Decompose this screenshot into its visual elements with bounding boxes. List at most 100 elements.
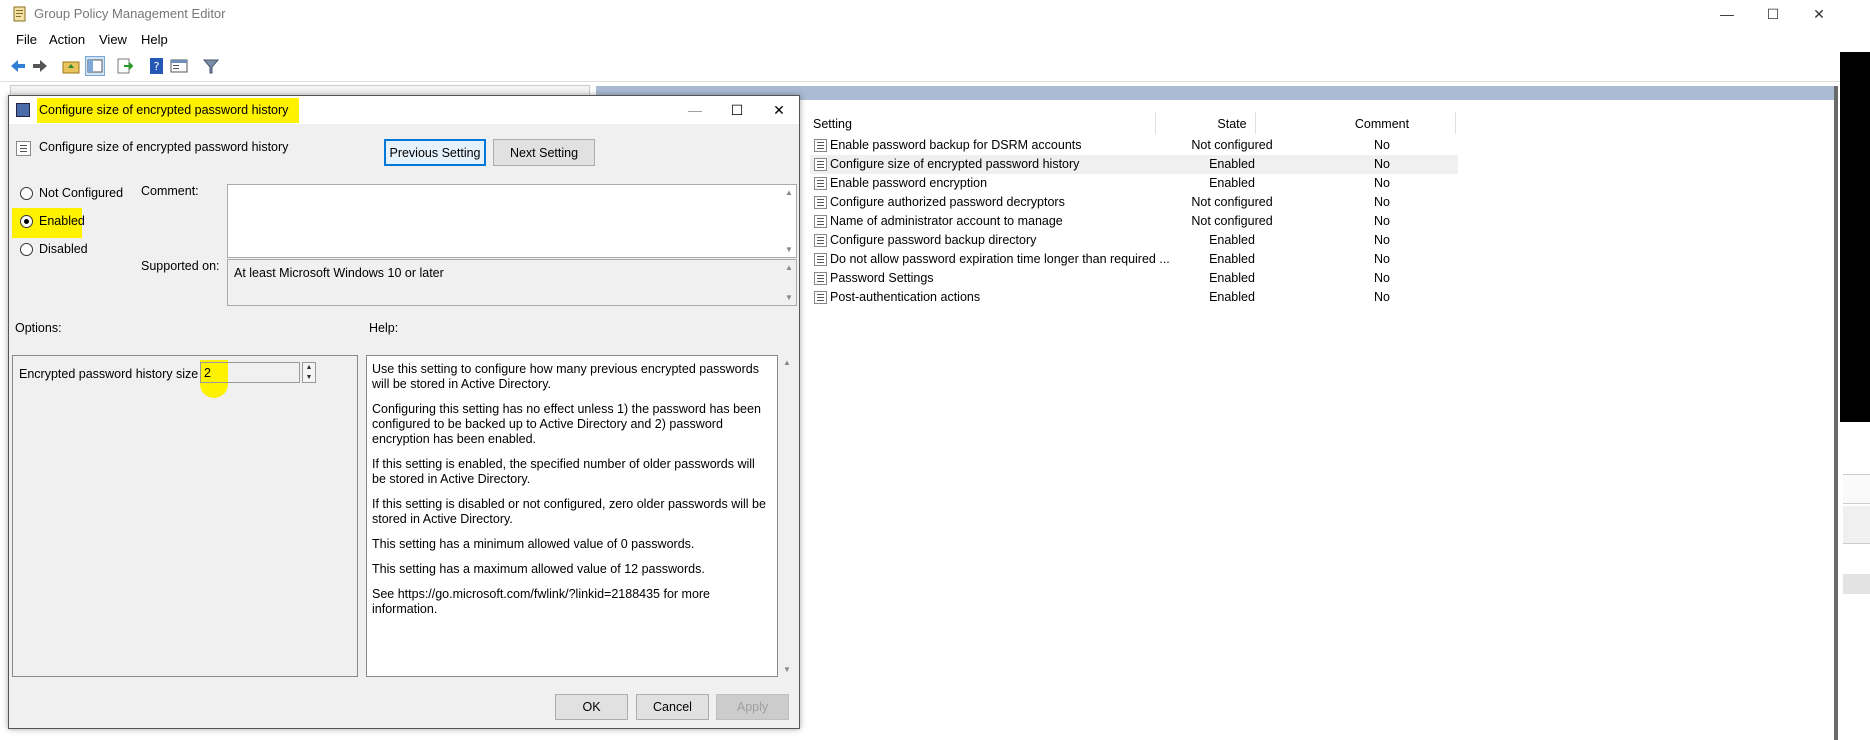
comment-label: Comment: — [141, 184, 199, 198]
policy-comment: No — [1374, 138, 1390, 152]
vertical-scrollbar[interactable] — [1834, 86, 1838, 740]
policy-setting-icon — [814, 215, 827, 228]
policy-comment: No — [1374, 233, 1390, 247]
dialog-close-button[interactable]: ✕ — [759, 98, 799, 122]
policy-state: Not configured — [1191, 214, 1273, 228]
radio-label: Enabled — [39, 214, 85, 228]
history-size-spinner[interactable]: ▲ ▼ — [302, 362, 316, 383]
policy-state: Not configured — [1191, 195, 1273, 209]
scroll-down-icon[interactable]: ▼ — [784, 293, 794, 302]
policy-row[interactable]: Post-authentication actions Enabled No — [810, 288, 1458, 307]
svg-text:?: ? — [154, 60, 160, 73]
export-icon[interactable] — [116, 57, 134, 75]
policy-dialog-icon — [16, 103, 30, 117]
radio-disabled[interactable]: Disabled — [17, 240, 127, 260]
radio-label: Disabled — [39, 242, 88, 256]
policy-setting-icon — [16, 141, 31, 156]
column-separator[interactable] — [1455, 112, 1456, 134]
spin-up-icon[interactable]: ▲ — [303, 363, 315, 373]
column-header-setting[interactable]: Setting — [813, 117, 852, 131]
history-size-input[interactable] — [200, 362, 300, 383]
next-setting-button[interactable]: Next Setting — [493, 139, 595, 166]
background-window-fragment — [1843, 474, 1870, 504]
window-titlebar: Group Policy Management Editor — ☐ ✕ — [0, 0, 1840, 28]
help-paragraph: This setting has a maximum allowed value… — [372, 562, 705, 576]
policy-name: Enable password backup for DSRM accounts — [830, 138, 1082, 152]
close-button[interactable]: ✕ — [1796, 2, 1842, 26]
history-size-label: Encrypted password history size — [19, 367, 199, 381]
show-hide-tree-icon[interactable] — [85, 56, 105, 76]
comment-textarea[interactable]: ▲ ▼ — [227, 184, 797, 258]
scroll-down-icon[interactable]: ▼ — [782, 665, 792, 674]
policy-setting-dialog: Configure size of encrypted password his… — [8, 95, 800, 729]
ok-button[interactable]: OK — [555, 694, 628, 720]
column-separator[interactable] — [1155, 112, 1156, 134]
policy-row[interactable]: Enable password backup for DSRM accounts… — [810, 136, 1458, 155]
policy-row-selected[interactable]: Configure size of encrypted password his… — [810, 155, 1458, 174]
policy-list-header: Setting State Comment — [810, 114, 1458, 134]
help-label: Help: — [369, 321, 399, 335]
background-window-fragment — [1843, 574, 1870, 594]
spin-down-icon[interactable]: ▼ — [303, 373, 315, 383]
help-paragraph: Use this setting to configure how many p… — [372, 362, 759, 391]
menu-view[interactable]: View — [99, 32, 127, 47]
policy-row[interactable]: Configure authorized password decryptors… — [810, 193, 1458, 212]
policy-comment: No — [1374, 252, 1390, 266]
policy-row[interactable]: Password Settings Enabled No — [810, 269, 1458, 288]
radio-button[interactable] — [20, 187, 33, 200]
radio-enabled[interactable]: Enabled — [17, 212, 127, 232]
scroll-down-icon[interactable]: ▼ — [784, 245, 794, 254]
policy-name: Configure authorized password decryptors — [830, 195, 1065, 209]
policy-name: Post-authentication actions — [830, 290, 981, 304]
scroll-up-icon[interactable]: ▲ — [784, 263, 794, 272]
policy-comment: No — [1374, 214, 1390, 228]
properties-icon[interactable] — [170, 57, 188, 75]
radio-button-checked[interactable] — [20, 215, 33, 228]
filter-icon[interactable] — [202, 57, 220, 75]
maximize-button[interactable]: ☐ — [1750, 2, 1796, 26]
help-icon[interactable]: ? — [148, 57, 166, 75]
policy-name: Enable password encryption — [830, 176, 988, 190]
options-label: Options: — [15, 321, 62, 335]
policy-setting-icon — [814, 272, 827, 285]
help-paragraph: See https://go.microsoft.com/fwlink/?lin… — [372, 587, 711, 616]
menu-bar: File Action View Help — [0, 28, 1840, 52]
policy-setting-icon — [814, 177, 827, 190]
forward-icon[interactable] — [31, 57, 49, 75]
policy-comment: No — [1374, 271, 1390, 285]
policy-row[interactable]: Name of administrator account to manage … — [810, 212, 1458, 231]
cancel-button[interactable]: Cancel — [636, 694, 709, 720]
column-separator[interactable] — [1255, 112, 1256, 134]
menu-action[interactable]: Action — [49, 32, 85, 47]
policy-comment: No — [1374, 195, 1390, 209]
column-header-state[interactable]: State — [1152, 117, 1312, 131]
apply-button[interactable]: Apply — [716, 694, 789, 720]
policy-row[interactable]: Do not allow password expiration time lo… — [810, 250, 1458, 269]
minimize-button[interactable]: — — [1704, 2, 1750, 26]
help-paragraph: This setting has a minimum allowed value… — [372, 537, 695, 551]
back-icon[interactable] — [9, 57, 27, 75]
previous-setting-button[interactable]: Previous Setting — [384, 139, 486, 166]
column-header-comment[interactable]: Comment — [1312, 117, 1452, 131]
policy-row[interactable]: Enable password encryption Enabled No — [810, 174, 1458, 193]
up-folder-icon[interactable] — [62, 57, 80, 75]
menu-file[interactable]: File — [16, 32, 37, 47]
policy-state: Enabled — [1209, 290, 1255, 304]
policy-setting-icon — [814, 139, 827, 152]
gpme-app-icon — [13, 6, 26, 22]
supported-on-box: At least Microsoft Windows 10 or later ▲… — [227, 259, 797, 306]
policy-setting-icon — [814, 234, 827, 247]
radio-button[interactable] — [20, 243, 33, 256]
dialog-subtitle: Configure size of encrypted password his… — [39, 140, 289, 154]
menu-help[interactable]: Help — [141, 32, 168, 47]
dialog-minimize-button[interactable]: — — [675, 98, 715, 122]
policy-setting-icon — [814, 291, 827, 304]
policy-comment: No — [1374, 176, 1390, 190]
policy-row[interactable]: Configure password backup directory Enab… — [810, 231, 1458, 250]
radio-not-configured[interactable]: Not Configured — [17, 184, 127, 204]
scroll-up-icon[interactable]: ▲ — [782, 358, 792, 367]
help-scrollbar[interactable]: ▲ ▼ — [779, 355, 795, 677]
dialog-title: Configure size of encrypted password his… — [39, 103, 289, 117]
dialog-maximize-button[interactable]: ☐ — [717, 98, 757, 122]
scroll-up-icon[interactable]: ▲ — [784, 188, 794, 197]
